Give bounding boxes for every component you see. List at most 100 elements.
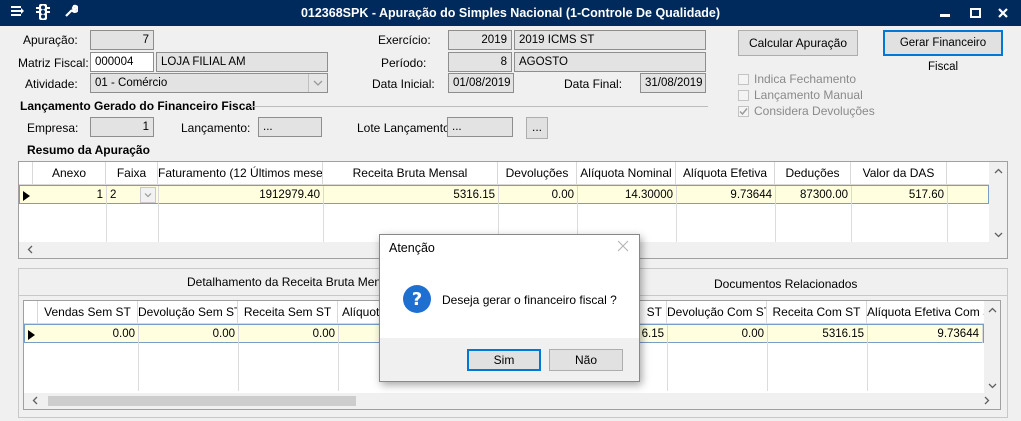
scroll-up-icon[interactable] (994, 166, 1003, 177)
col-deducoes[interactable]: Deduções (775, 162, 851, 184)
cell-receita-com-st[interactable]: 5316.15 (768, 325, 868, 343)
lote-field[interactable]: ... (447, 117, 513, 137)
grid-line (676, 204, 677, 242)
matriz-code-field[interactable]: 000004 (90, 52, 154, 72)
cell-deducoes[interactable]: 87300.00 (776, 186, 852, 204)
data-inicial-field[interactable]: 01/08/2019 (448, 73, 514, 93)
col-receita-com-st[interactable]: Receita Com ST (767, 301, 867, 323)
row-pointer-icon (28, 329, 36, 343)
matriz-name-field: LOJA FILIAL AM (156, 52, 328, 72)
cell-faixa[interactable]: 2 (107, 186, 159, 204)
scroll-left-icon[interactable] (32, 396, 38, 408)
lancamento-manual-checkbox[interactable] (738, 90, 749, 101)
periodo-num-field[interactable]: 8 (448, 52, 512, 72)
grid-line (667, 343, 668, 391)
row-pointer-icon (23, 190, 31, 204)
cell-devolucoes[interactable]: 0.00 (499, 186, 578, 204)
vertical-scrollbar[interactable] (989, 162, 1007, 242)
scroll-up-icon[interactable] (988, 305, 997, 316)
lote-browse-button[interactable]: ... (526, 117, 548, 139)
row-indicator-header (24, 301, 38, 323)
cell-vendas-sem-st[interactable]: 0.00 (39, 325, 139, 343)
scroll-thumb[interactable] (48, 396, 356, 406)
grid-line (106, 204, 107, 242)
row-indicator-header (19, 162, 33, 184)
scroll-down-icon[interactable] (988, 381, 997, 392)
data-inicial-label: Data Inicial: (372, 77, 435, 91)
grid-line (775, 204, 776, 242)
cell-faturamento[interactable]: 1912979.40 (159, 186, 324, 204)
vertical-scrollbar[interactable] (984, 301, 1000, 393)
grid-line (238, 343, 239, 391)
cell-anexo[interactable]: 1 (34, 186, 107, 204)
col-aliquota-efetiva-com-st[interactable]: Alíquota Efetiva Com ST (867, 301, 985, 323)
periodo-name-field: AGOSTO (514, 52, 706, 72)
empresa-field[interactable]: 1 (90, 117, 154, 137)
col-aliquota-nominal[interactable]: Alíquota Nominal (577, 162, 676, 184)
gerar-financeiro-button[interactable]: Gerar Financeiro Fiscal (883, 30, 1003, 73)
scroll-right-icon[interactable] (984, 396, 990, 408)
atividade-label: Atividade: (25, 77, 78, 91)
indica-fechamento-checkbox[interactable] (738, 74, 749, 85)
col-valor-das[interactable]: Valor da DAS (851, 162, 947, 184)
wrench-icon[interactable] (62, 4, 80, 22)
cell-receita-bruta[interactable]: 5316.15 (324, 186, 499, 204)
faixa-value: 2 (110, 189, 117, 201)
col-devolucao-com-st[interactable]: Devolução Com ST (667, 301, 767, 323)
col-anexo[interactable]: Anexo (33, 162, 106, 184)
data-final-field[interactable]: 31/08/2019 (640, 73, 706, 93)
col-receita-bruta[interactable]: Receita Bruta Mensal (323, 162, 498, 184)
cell-devolucao-sem-st[interactable]: 0.00 (139, 325, 239, 343)
col-aliquota-efetiva[interactable]: Alíquota Efetiva (676, 162, 775, 184)
col-faturamento[interactable]: Faturamento (12 Últimos meses) (158, 162, 323, 184)
dialog-title: Atenção (389, 241, 435, 255)
apuracao-field[interactable]: 7 (90, 30, 154, 50)
close-button[interactable] (992, 4, 1014, 22)
grid-line (851, 204, 852, 242)
col-receita-sem-st[interactable]: Receita Sem ST (238, 301, 338, 323)
lote-label: Lote Lançamento: (357, 121, 454, 135)
yes-button[interactable]: Sim (467, 349, 541, 371)
section-divider (250, 106, 708, 107)
cell-aliquota-efetiva-com-st[interactable]: 9.73644 (868, 325, 983, 343)
question-icon: ? (402, 284, 432, 317)
horizontal-scrollbar[interactable] (24, 393, 1000, 409)
menu-icon[interactable] (8, 4, 26, 22)
no-button[interactable]: Não (549, 349, 623, 371)
resumo-header-row: Anexo Faixa Faturamento (12 Últimos mese… (19, 162, 1007, 185)
grid-line (947, 204, 948, 242)
cell-aliquota-nominal[interactable]: 14.30000 (578, 186, 677, 204)
tab-documentos[interactable]: Documentos Relacionados (714, 277, 857, 291)
chevron-down-icon[interactable] (308, 74, 327, 92)
dialog-footer: Sim Não (380, 338, 639, 381)
exercicio-label: Exercício: (378, 33, 431, 47)
col-devolucao-sem-st[interactable]: Devolução Sem ST (138, 301, 238, 323)
atividade-select[interactable]: 01 - Comércio (90, 73, 328, 93)
minimize-button[interactable] (934, 4, 956, 22)
considera-devolucoes-label: Considera Devoluções (754, 104, 875, 118)
calcular-apuracao-button[interactable]: Calcular Apuração (738, 30, 858, 56)
traffic-light-icon[interactable] (34, 4, 52, 22)
scroll-left-icon[interactable] (27, 245, 33, 257)
grid-line (338, 343, 339, 391)
tab-detalhamento[interactable]: Detalhamento da Receita Bruta Mensal (187, 275, 396, 289)
maximize-button[interactable] (964, 4, 986, 22)
cell-devolucao-com-st[interactable]: 0.00 (668, 325, 768, 343)
cell-aliquota-efetiva[interactable]: 9.73644 (677, 186, 776, 204)
cell-receita-sem-st[interactable]: 0.00 (239, 325, 339, 343)
lancamento-field[interactable]: ... (258, 117, 322, 137)
lancamento-heading: Lançamento Gerado do Financeiro Fiscal (20, 99, 256, 113)
exercicio-year-field[interactable]: 2019 (448, 30, 512, 50)
cell-valor-das[interactable]: 517.60 (852, 186, 948, 204)
data-final-label: Data Final: (564, 77, 623, 91)
col-devolucoes[interactable]: Devoluções (498, 162, 577, 184)
chevron-down-icon[interactable] (140, 187, 156, 203)
table-row[interactable]: 1 2 1912979.40 5316.15 0.00 14.30000 9.7… (19, 185, 989, 204)
col-vendas-sem-st[interactable]: Vendas Sem ST (38, 301, 138, 323)
scroll-down-icon[interactable] (994, 230, 1003, 241)
col-faixa[interactable]: Faixa (106, 162, 158, 184)
title-bar: 012368SPK - Apuração do Simples Nacional… (0, 0, 1021, 26)
exercicio-desc-field: 2019 ICMS ST (514, 30, 706, 50)
considera-devolucoes-checkbox[interactable] (738, 106, 749, 117)
dialog-close-icon[interactable] (617, 240, 629, 255)
